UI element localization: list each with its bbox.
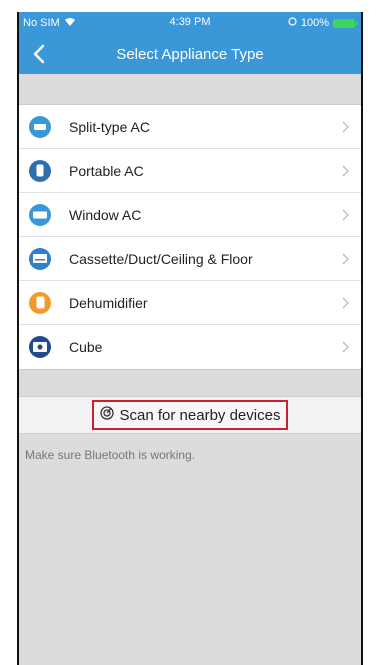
chevron-right-icon	[342, 208, 349, 226]
nav-bar: Select Appliance Type	[19, 34, 361, 74]
appliance-item-cube[interactable]: Cube	[19, 325, 361, 369]
chevron-right-icon	[342, 164, 349, 182]
chevron-right-icon	[342, 340, 349, 358]
alarm-icon	[288, 17, 297, 29]
appliance-item-window-ac[interactable]: Window AC	[19, 193, 361, 237]
split-ac-icon	[29, 115, 51, 138]
wifi-icon	[64, 17, 76, 30]
section-spacer	[19, 370, 361, 396]
appliance-label: Window AC	[69, 206, 142, 223]
phone-screen: No SIM 4:39 PM 100% Select Appliance Typ…	[17, 12, 363, 665]
window-ac-icon	[29, 203, 51, 226]
radar-icon	[99, 406, 114, 424]
battery-icon	[333, 18, 358, 28]
appliance-label: Split-type AC	[69, 118, 150, 135]
chevron-left-icon	[33, 44, 45, 64]
cassette-icon	[29, 247, 51, 270]
appliance-label: Cassette/Duct/Ceiling & Floor	[69, 250, 253, 267]
page-title: Select Appliance Type	[116, 45, 264, 63]
portable-ac-icon	[29, 159, 51, 182]
cube-icon	[29, 336, 51, 358]
clock: 4:39 PM	[169, 16, 211, 28]
status-bar: No SIM 4:39 PM 100%	[19, 12, 361, 34]
appliance-item-split-ac[interactable]: Split-type AC	[19, 105, 361, 149]
carrier-label: No SIM	[23, 17, 60, 29]
chevron-right-icon	[342, 120, 349, 138]
scan-button[interactable]: Scan for nearby devices	[91, 400, 289, 430]
appliance-item-portable-ac[interactable]: Portable AC	[19, 149, 361, 193]
appliance-label: Portable AC	[69, 162, 144, 179]
appliance-list: Split-type AC Portable AC Window AC Cass…	[19, 104, 361, 370]
chevron-right-icon	[342, 252, 349, 270]
bluetooth-hint: Make sure Bluetooth is working.	[25, 448, 196, 462]
appliance-label: Dehumidifier	[69, 294, 148, 311]
chevron-right-icon	[342, 296, 349, 314]
battery-percent: 100%	[300, 17, 329, 29]
section-spacer	[19, 74, 361, 104]
appliance-label: Cube	[69, 339, 103, 355]
appliance-item-dehumidifier[interactable]: Dehumidifier	[19, 281, 361, 325]
back-button[interactable]	[25, 40, 53, 68]
scan-row: Scan for nearby devices	[19, 396, 361, 434]
dehumidifier-icon	[29, 291, 51, 314]
appliance-item-cassette[interactable]: Cassette/Duct/Ceiling & Floor	[19, 237, 361, 281]
scan-button-label: Scan for nearby devices	[119, 406, 281, 424]
